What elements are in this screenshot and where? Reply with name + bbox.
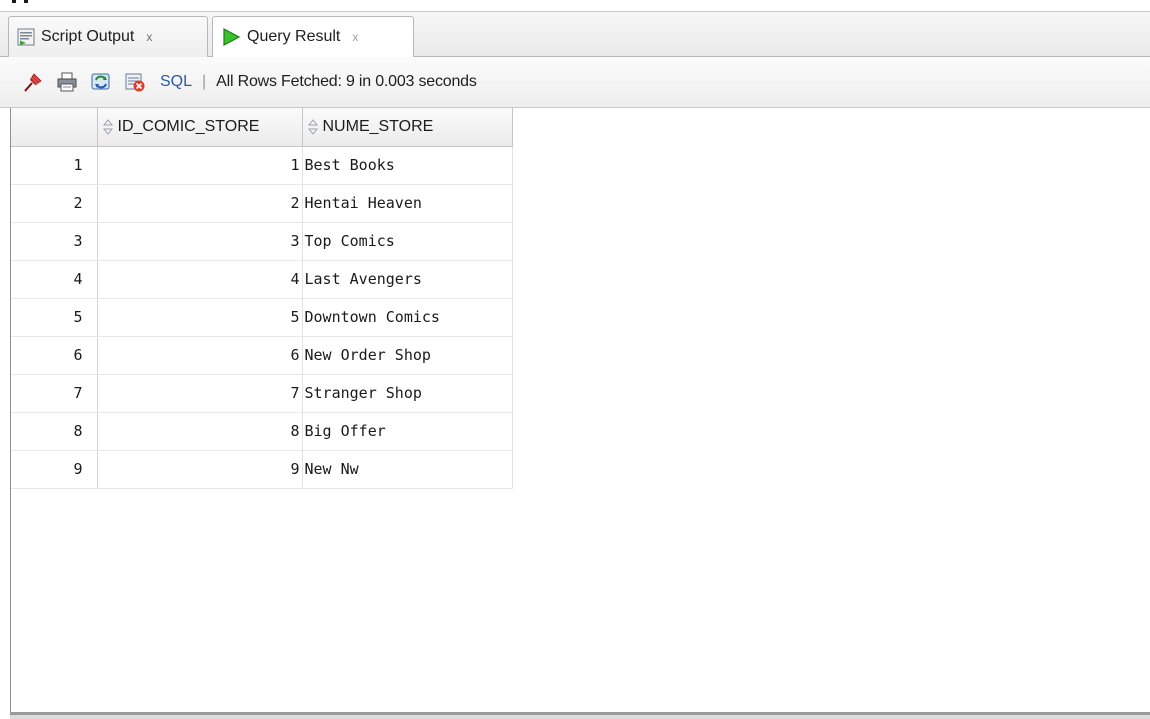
- cell-nume-store[interactable]: Stranger Shop: [302, 374, 513, 413]
- cell-nume-store[interactable]: Hentai Heaven: [302, 184, 513, 223]
- cell-nume-store[interactable]: Best Books: [302, 146, 513, 185]
- row-number-cell[interactable]: 8: [11, 412, 98, 451]
- cell-nume-store[interactable]: Big Offer: [302, 412, 513, 451]
- result-grid-area: ID_COMIC_STORE NUME_STORE 1 1 Best Books…: [10, 108, 1150, 712]
- cut-off-glyph: [12, 0, 30, 4]
- cell-id-comic-store[interactable]: 8: [97, 412, 303, 451]
- cell-nume-store[interactable]: Downtown Comics: [302, 298, 513, 337]
- cell-nume-store[interactable]: New Nw: [302, 450, 513, 489]
- cell-id-comic-store[interactable]: 9: [97, 450, 303, 489]
- fetch-status: All Rows Fetched: 9 in 0.003 seconds: [216, 73, 477, 90]
- row-number-cell[interactable]: 5: [11, 298, 98, 337]
- pin-icon[interactable]: [22, 71, 44, 93]
- print-icon[interactable]: [56, 71, 78, 93]
- column-header-id-comic-store[interactable]: ID_COMIC_STORE: [97, 108, 303, 147]
- row-number-cell[interactable]: 2: [11, 184, 98, 223]
- toolbar-separator: |: [202, 73, 207, 90]
- row-number-cell[interactable]: 6: [11, 336, 98, 375]
- result-tab-bar: Script Output x Query Result x: [0, 11, 1150, 57]
- table-row[interactable]: 7 7 Stranger Shop: [11, 374, 513, 413]
- grid-body: 1 1 Best Books 2 2 Hentai Heaven 3 3 Top Comics 4…: [11, 146, 513, 489]
- script-output-icon: [17, 28, 35, 46]
- sort-arrows-icon[interactable]: [307, 118, 319, 136]
- result-grid: ID_COMIC_STORE NUME_STORE 1 1 Best Books…: [11, 108, 513, 489]
- window-top-edge: [0, 0, 1150, 11]
- sql-link[interactable]: SQL: [160, 73, 192, 91]
- refresh-sql-icon[interactable]: [90, 71, 112, 93]
- column-header-label: ID_COMIC_STORE: [117, 117, 260, 135]
- table-row[interactable]: 5 5 Downtown Comics: [11, 298, 513, 337]
- tab-close-icon[interactable]: x: [352, 30, 358, 44]
- column-header-label: NUME_STORE: [322, 117, 434, 135]
- result-toolbar: SQL | All Rows Fetched: 9 in 0.003 secon…: [0, 57, 1150, 108]
- tab-script-output[interactable]: Script Output x: [8, 16, 208, 57]
- cell-id-comic-store[interactable]: 4: [97, 260, 303, 299]
- cell-id-comic-store[interactable]: 6: [97, 336, 303, 375]
- cell-id-comic-store[interactable]: 7: [97, 374, 303, 413]
- row-number-cell[interactable]: 3: [11, 222, 98, 261]
- row-number-cell[interactable]: 1: [11, 146, 98, 185]
- tab-close-icon[interactable]: x: [146, 30, 152, 44]
- cell-nume-store[interactable]: New Order Shop: [302, 336, 513, 375]
- tab-query-result[interactable]: Query Result x: [212, 16, 414, 57]
- delete-row-icon[interactable]: [124, 71, 146, 93]
- row-number-header: [11, 108, 98, 147]
- row-number-cell[interactable]: 7: [11, 374, 98, 413]
- cell-id-comic-store[interactable]: 1: [97, 146, 303, 185]
- tab-label: Query Result: [247, 28, 341, 45]
- table-row[interactable]: 9 9 New Nw: [11, 450, 513, 489]
- table-row[interactable]: 6 6 New Order Shop: [11, 336, 513, 375]
- cell-id-comic-store[interactable]: 3: [97, 222, 303, 261]
- run-triangle-icon: [221, 27, 241, 47]
- row-number-cell[interactable]: 4: [11, 260, 98, 299]
- table-row[interactable]: 1 1 Best Books: [11, 146, 513, 185]
- table-row[interactable]: 2 2 Hentai Heaven: [11, 184, 513, 223]
- column-header-nume-store[interactable]: NUME_STORE: [302, 108, 513, 147]
- panel-bottom-edge: [10, 715, 1150, 719]
- table-row[interactable]: 4 4 Last Avengers: [11, 260, 513, 299]
- table-row[interactable]: 3 3 Top Comics: [11, 222, 513, 261]
- cell-nume-store[interactable]: Last Avengers: [302, 260, 513, 299]
- tab-label: Script Output: [41, 28, 135, 45]
- sort-arrows-icon[interactable]: [102, 118, 114, 136]
- cell-id-comic-store[interactable]: 2: [97, 184, 303, 223]
- table-row[interactable]: 8 8 Big Offer: [11, 412, 513, 451]
- cell-nume-store[interactable]: Top Comics: [302, 222, 513, 261]
- row-number-cell[interactable]: 9: [11, 450, 98, 489]
- cell-id-comic-store[interactable]: 5: [97, 298, 303, 337]
